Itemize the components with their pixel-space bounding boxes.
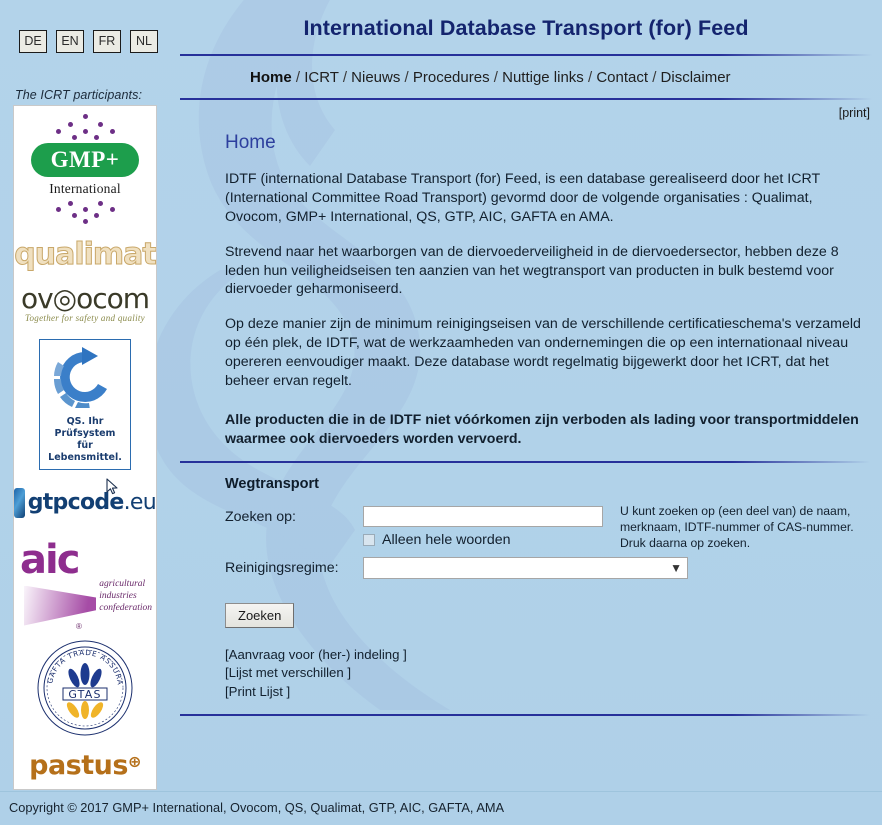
- aic-sub-line1: agricultural: [99, 578, 146, 589]
- chevron-down-icon: ▼: [670, 560, 682, 575]
- search-input[interactable]: [363, 505, 603, 527]
- print-link-row: [print]: [170, 100, 882, 120]
- aic-ray-icon: [24, 585, 96, 626]
- link-lijst-verschillen[interactable]: [Lijst met verschillen ]: [225, 664, 882, 683]
- gmp-subtitle: International: [49, 181, 121, 196]
- gtpcode-mark-icon: [14, 487, 25, 518]
- copyright-text: Copyright © 2017 GMP+ International, Ovo…: [9, 800, 505, 815]
- aic-wordmark: aic: [20, 536, 80, 583]
- svg-text:GTAS: GTAS: [68, 688, 101, 701]
- whole-words-row[interactable]: Alleen hele woorden: [363, 532, 603, 548]
- qs-arrow-icon: [53, 347, 107, 411]
- lang-button-nl[interactable]: NL: [130, 30, 158, 53]
- content-paragraph-1: IDTF (international Database Transport (…: [225, 171, 820, 225]
- bottom-divider: [180, 713, 870, 716]
- search-hint: U kunt zoeken op (een deel van) de naam,…: [620, 503, 854, 550]
- main-column: International Database Transport (for) F…: [170, 0, 882, 825]
- lang-button-en[interactable]: EN: [56, 30, 84, 53]
- content-paragraph-2: Strevend naar het waarborgen van de dier…: [225, 243, 839, 298]
- pastus-wordmark: pastus: [29, 749, 128, 781]
- left-sidebar: DE EN FR NL The ICRT participants: GMP+ …: [0, 0, 170, 825]
- svg-text:GAFTA TRADE ASSURANCE SCHEME: GAFTA TRADE ASSURANCE SCHEME: [35, 638, 125, 686]
- qs-caption: QS. Ihr Prüfsystem für Lebensmittel.: [44, 416, 126, 464]
- aic-sub-line2: industries: [99, 590, 137, 601]
- content-area: Home IDTF (international Database Transp…: [170, 120, 882, 449]
- form-title: Wegtransport: [225, 475, 319, 492]
- gtpcode-suffix: .eu: [123, 490, 156, 515]
- print-link[interactable]: [print]: [839, 106, 870, 120]
- logo-qualimat[interactable]: qualimat: [14, 237, 156, 273]
- search-submit-button[interactable]: Zoeken: [225, 602, 295, 628]
- nav-item-icrt[interactable]: ICRT: [304, 69, 338, 86]
- qs-caption-line1: QS. Ihr Prüfsystem: [54, 416, 116, 439]
- regime-select[interactable]: ▼: [363, 556, 688, 579]
- whole-words-label: Alleen hele woorden: [382, 531, 511, 548]
- aic-subtitle: agricultural industries confederation: [99, 578, 152, 615]
- nav-item-home[interactable]: Home: [250, 69, 292, 86]
- logo-pastus[interactable]: pastus⊕: [14, 750, 156, 781]
- nav-item-disclaimer[interactable]: Disclaimer: [661, 69, 731, 86]
- link-print-lijst[interactable]: [Print Lijst ]: [225, 683, 882, 702]
- pastus-plus-icon: ⊕: [127, 751, 141, 771]
- link-aanvraag-indeling[interactable]: [Aanvraag voor (her-) indeling ]: [225, 646, 882, 665]
- nav-separator: /: [493, 69, 498, 86]
- logo-gtpcode[interactable]: gtpcode.eu: [14, 487, 156, 518]
- nav-separator: /: [652, 69, 657, 86]
- search-label: Zoeken op:: [225, 508, 296, 525]
- aic-sub-line3: confederation: [99, 603, 152, 614]
- participants-label: The ICRT participants:: [15, 88, 143, 102]
- logo-aic[interactable]: aic agricultural industries confederatio…: [14, 540, 156, 632]
- nav-separator: /: [404, 69, 409, 86]
- page-title: International Database Transport (for) F…: [303, 16, 749, 40]
- qs-caption-line2: für Lebensmittel.: [48, 439, 122, 463]
- logo-ovocom[interactable]: ov◎ocom Together for safety and quality: [14, 282, 156, 323]
- page-root: DE EN FR NL The ICRT participants: GMP+ …: [0, 0, 882, 825]
- logo-qs[interactable]: QS. Ihr Prüfsystem für Lebensmittel.: [39, 339, 131, 470]
- gmp-dots-top-icon: [42, 114, 128, 140]
- logo-gtas[interactable]: GAFTA TRADE ASSURANCE SCHEME GTAS: [14, 638, 156, 738]
- language-switcher: DE EN FR NL: [19, 30, 158, 53]
- main-navigation: Home / ICRT / Nieuws / Procedures / Nutt…: [170, 56, 882, 98]
- nav-item-nuttige-links[interactable]: Nuttige links: [502, 69, 584, 86]
- logo-gmp-plus[interactable]: GMP+ International: [14, 106, 156, 224]
- ovocom-wordmark: ov◎ocom: [20, 282, 150, 315]
- bottom-links: [Aanvraag voor (her-) indeling ] [Lijst …: [170, 628, 882, 702]
- gtpcode-wordmark: gtpcode: [27, 490, 125, 515]
- aic-registered-mark: ®: [76, 621, 82, 631]
- lang-button-fr[interactable]: FR: [93, 30, 121, 53]
- whole-words-checkbox[interactable]: [363, 533, 375, 546]
- content-paragraph-3: Op deze manier zijn de minimum reiniging…: [225, 316, 861, 389]
- gtas-seal-icon: GAFTA TRADE ASSURANCE SCHEME GTAS: [35, 638, 133, 735]
- content-heading: Home: [225, 132, 276, 153]
- ovocom-tagline: Together for safety and quality: [25, 313, 145, 323]
- search-form: Wegtransport Zoeken op: Alleen hele woor…: [170, 463, 882, 628]
- nav-separator: /: [587, 69, 593, 86]
- content-paragraph-bold: Alle producten die in de IDTF niet vóórk…: [225, 411, 859, 447]
- participant-logos-panel: GMP+ International qualimat ov◎ocom Toge…: [13, 105, 157, 790]
- regime-label: Reinigingsregime:: [225, 559, 339, 576]
- footer-separator: [0, 791, 882, 792]
- nav-item-nieuws[interactable]: Nieuws: [351, 69, 400, 86]
- regime-row: Reinigingsregime: ▼: [225, 556, 882, 579]
- lang-button-de[interactable]: DE: [19, 30, 47, 53]
- gmp-wordmark: GMP+: [31, 143, 139, 177]
- nav-item-procedures[interactable]: Procedures: [413, 69, 490, 86]
- nav-separator: /: [342, 69, 347, 86]
- gmp-dots-bottom-icon: [42, 201, 128, 224]
- nav-separator: /: [295, 69, 301, 86]
- nav-item-contact[interactable]: Contact: [596, 69, 648, 86]
